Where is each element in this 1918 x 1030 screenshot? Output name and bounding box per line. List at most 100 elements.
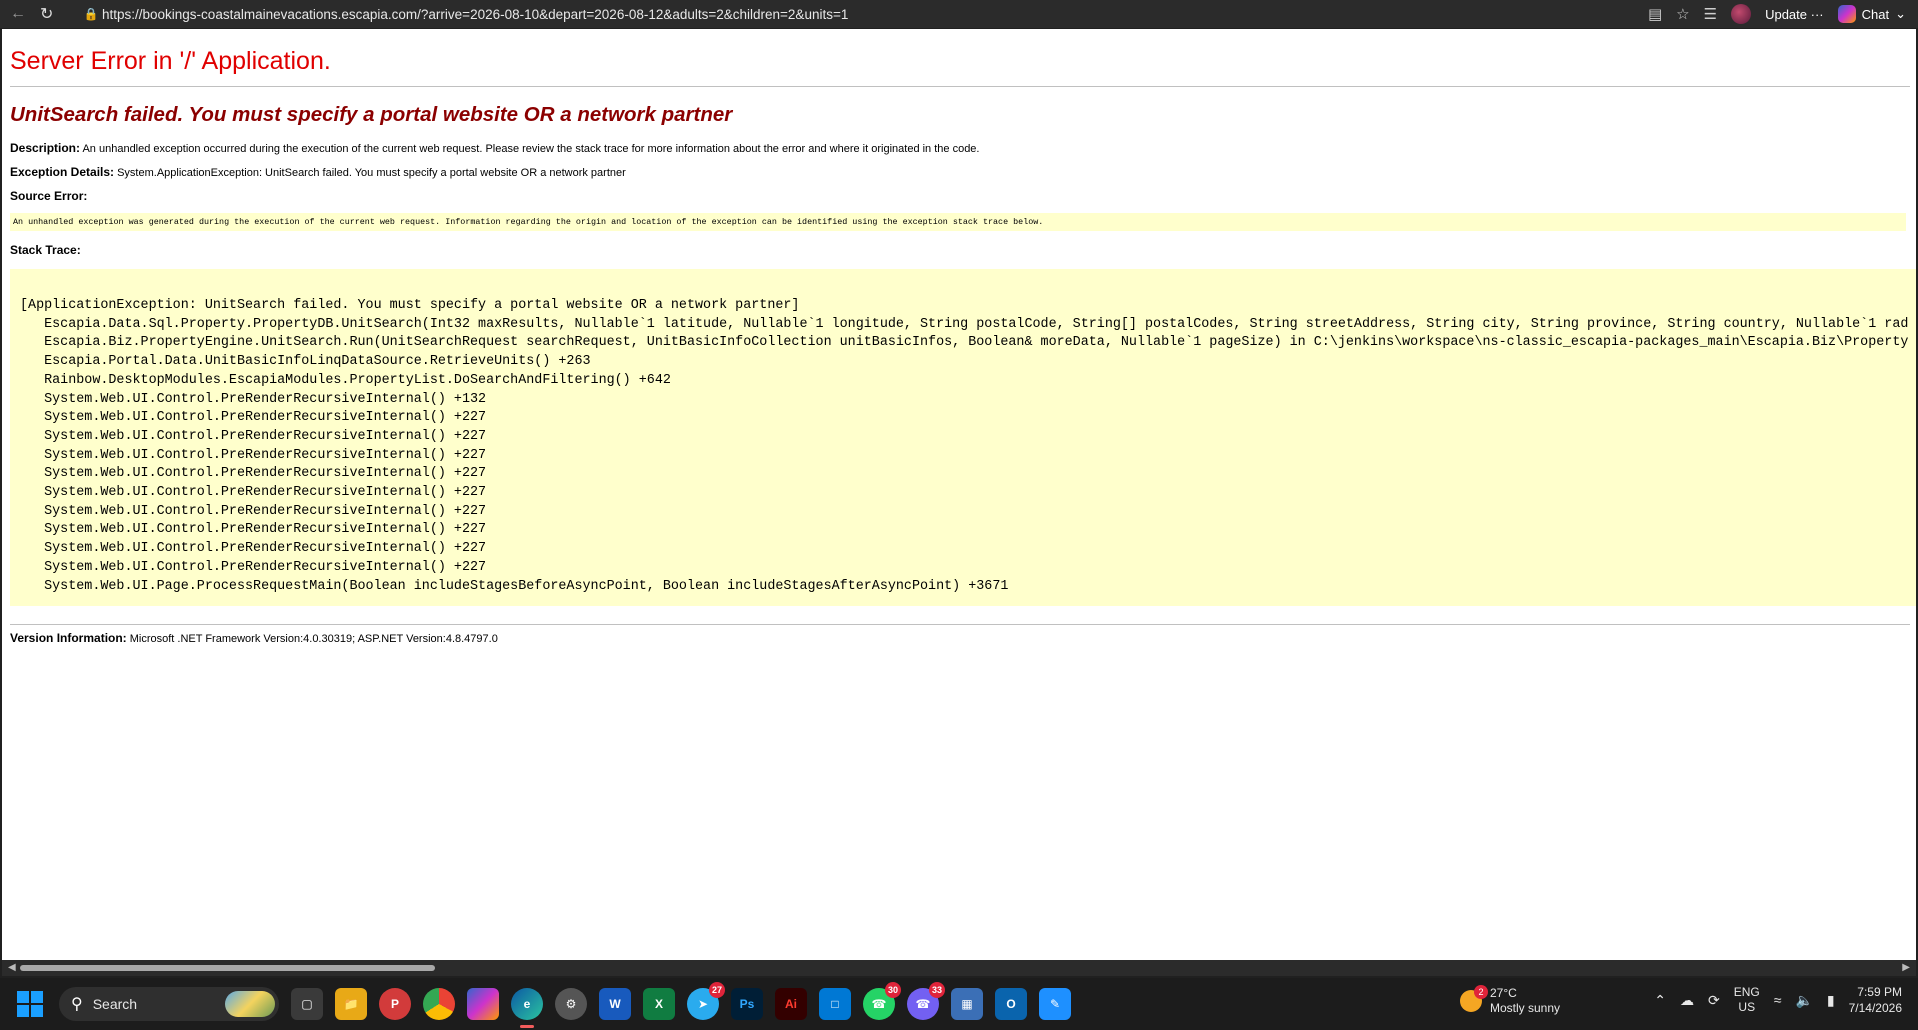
browser-toolbar-right: ▤ ☆ ☰ Update ··· Chat ⌄: [1648, 4, 1918, 24]
stack-trace-frame: System.Web.UI.Control.PreRenderRecursive…: [20, 541, 487, 557]
weather-widget[interactable]: 2 27°C Mostly sunny: [1460, 985, 1561, 1016]
description-line: Description: An unhandled exception occu…: [10, 141, 1916, 155]
source-error-line: Source Error:: [10, 189, 1916, 203]
horizontal-scrollbar[interactable]: ◀ ▶: [2, 960, 1916, 976]
stack-trace-frame: System.Web.UI.Control.PreRenderRecursive…: [20, 466, 487, 482]
version-text: Microsoft .NET Framework Version:4.0.303…: [126, 633, 498, 646]
taskbar-apps: ▢ 📁 P e ⚙ W X ➤ 27 Ps Ai □ ☎ 30 ☎ 33 ▦ O ✎: [291, 982, 1071, 1028]
chevron-down-icon: ⌄: [1895, 6, 1906, 21]
clock-time: 7:59 PM: [1857, 985, 1902, 999]
battery-icon[interactable]: ▮: [1827, 992, 1835, 1009]
copilot-chat-button[interactable]: Chat ⌄: [1837, 5, 1906, 23]
divider: [10, 86, 1910, 87]
reading-mode-icon[interactable]: ▤: [1648, 5, 1662, 23]
windows-taskbar: ⚲ Search ▢ 📁 P e ⚙ W X ➤ 27 Ps Ai □ ☎ 30 ☎…: [0, 978, 1918, 1030]
language-indicator[interactable]: ENG US: [1734, 985, 1760, 1015]
weather-description: Mostly sunny: [1490, 1001, 1561, 1015]
settings-gear-icon[interactable]: ⚙: [555, 988, 587, 1020]
source-error-label: Source Error:: [10, 189, 88, 203]
whatsapp-icon[interactable]: ☎ 30: [863, 982, 901, 1020]
chat-label: Chat: [1861, 6, 1890, 22]
store-icon[interactable]: □: [819, 988, 851, 1020]
favorites-list-icon[interactable]: ☰: [1704, 5, 1717, 23]
reload-icon[interactable]: ↻: [40, 4, 53, 24]
clock[interactable]: 7:59 PM 7/14/2026: [1849, 984, 1902, 1016]
weather-badge: 2: [1474, 985, 1488, 999]
exception-details-line: Exception Details: System.ApplicationExc…: [10, 165, 1916, 179]
outlook-icon[interactable]: O: [995, 988, 1027, 1020]
system-tray: ⌃ ☁ ⟳ ENG US ≈ 🔈 ▮ 7:59 PM 7/14/2026: [1654, 984, 1902, 1016]
viber-badge: 33: [928, 982, 945, 998]
viber-icon[interactable]: ☎ 33: [907, 982, 945, 1020]
chrome-icon[interactable]: [423, 988, 455, 1020]
update-button[interactable]: Update ···: [1765, 7, 1824, 22]
sun-icon: 2: [1460, 985, 1488, 1012]
clock-date: 7/14/2026: [1848, 1001, 1902, 1015]
photoshop-icon[interactable]: Ps: [731, 988, 763, 1020]
profile-avatar[interactable]: [1731, 4, 1752, 24]
sync-icon[interactable]: ⟳: [1708, 992, 1720, 1009]
copilot-icon[interactable]: [467, 988, 499, 1020]
stack-trace-box: [ApplicationException: UnitSearch failed…: [10, 269, 1916, 607]
version-label: Version Information:: [10, 631, 127, 646]
stack-trace-frame: Escapia.Portal.Data.UnitBasicInfoLinqDat…: [20, 354, 591, 370]
cloud-icon[interactable]: ☁: [1680, 992, 1694, 1009]
edge-icon[interactable]: e: [511, 988, 543, 1028]
lock-icon[interactable]: 🔒: [80, 7, 102, 21]
scroll-left-arrow-icon[interactable]: ◀: [8, 962, 16, 973]
browser-viewport: Server Error in '/' Application. UnitSea…: [2, 29, 1916, 960]
task-view-icon[interactable]: ▢: [291, 988, 323, 1020]
scrollbar-thumb[interactable]: [20, 965, 435, 971]
stack-trace-frame: System.Web.UI.Control.PreRenderRecursive…: [20, 428, 487, 444]
browser-toolbar: ← ↻ 🔒 https://bookings-coastalmainevacat…: [0, 0, 1918, 28]
telegram-badge: 27: [708, 982, 725, 998]
page-title: Server Error in '/' Application.: [10, 47, 331, 75]
stack-trace-frame: System.Web.UI.Control.PreRenderRecursive…: [20, 410, 487, 426]
weather-temperature: 27°C: [1490, 986, 1517, 1000]
stack-trace-frame: System.Web.UI.Page.ProcessRequestMain(Bo…: [20, 578, 1009, 594]
address-bar[interactable]: 🔒 https://bookings-coastalmainevacations…: [80, 3, 1648, 25]
whatsapp-badge: 30: [884, 982, 901, 998]
source-error-text: An unhandled exception was generated dur…: [13, 217, 1044, 227]
version-information: Version Information: Microsoft .NET Fram…: [10, 631, 1916, 645]
excel-icon[interactable]: X: [643, 988, 675, 1020]
stack-trace-frame: Rainbow.DesktopModules.EscapiaModules.Pr…: [20, 372, 671, 388]
description-label: Description:: [10, 141, 81, 155]
language-code: ENG: [1733, 985, 1760, 999]
copilot-logo-icon: [1837, 5, 1856, 23]
exception-text: System.ApplicationException: UnitSearch …: [114, 167, 626, 179]
word-icon[interactable]: W: [599, 988, 631, 1020]
favorite-star-icon[interactable]: ☆: [1676, 5, 1689, 23]
description-text: An unhandled exception occurred during t…: [80, 143, 980, 155]
address-url: https://bookings-coastalmainevacations.e…: [102, 6, 849, 22]
error-message: UnitSearch failed. You must specify a po…: [10, 103, 733, 126]
pdf-app-icon[interactable]: P: [379, 988, 411, 1020]
stack-trace-frame: [ApplicationException: UnitSearch failed…: [20, 298, 800, 313]
stack-trace-frame: System.Web.UI.Control.PreRenderRecursive…: [20, 447, 487, 463]
scroll-right-arrow-icon[interactable]: ▶: [1902, 962, 1910, 973]
stack-trace-frame: System.Web.UI.Control.PreRenderRecursive…: [20, 391, 487, 407]
source-error-box: An unhandled exception was generated dur…: [10, 213, 1906, 231]
calculator-icon[interactable]: ▦: [951, 988, 983, 1020]
telegram-icon[interactable]: ➤ 27: [687, 982, 725, 1020]
search-label: Search: [92, 996, 138, 1012]
windows-start-icon[interactable]: [17, 991, 43, 1017]
chevron-up-icon[interactable]: ⌃: [1654, 992, 1666, 1009]
divider: [10, 624, 1910, 626]
stack-trace-frame: Escapia.Biz.PropertyEngine.UnitSearch.Ru…: [20, 335, 1909, 351]
taskbar-search[interactable]: ⚲ Search: [59, 987, 279, 1021]
stack-trace-frame: Escapia.Data.Sql.Property.PropertyDB.Uni…: [20, 316, 1909, 332]
volume-icon[interactable]: 🔈: [1795, 992, 1812, 1009]
back-arrow-icon[interactable]: ←: [10, 5, 26, 23]
update-label: Update: [1765, 6, 1807, 22]
adobe-icon[interactable]: Ai: [775, 988, 807, 1020]
stack-trace-frame: System.Web.UI.Control.PreRenderRecursive…: [20, 559, 487, 575]
stack-trace-frame: System.Web.UI.Control.PreRenderRecursive…: [20, 522, 487, 538]
error-page: Server Error in '/' Application. UnitSea…: [10, 29, 1916, 645]
search-highlight-image: [225, 991, 275, 1017]
more-menu-dots: ···: [1810, 6, 1824, 22]
file-explorer-icon[interactable]: 📁: [335, 988, 367, 1020]
wifi-icon[interactable]: ≈: [1774, 992, 1782, 1008]
paint-icon[interactable]: ✎: [1039, 988, 1071, 1020]
stack-trace-frame: System.Web.UI.Control.PreRenderRecursive…: [20, 485, 487, 501]
